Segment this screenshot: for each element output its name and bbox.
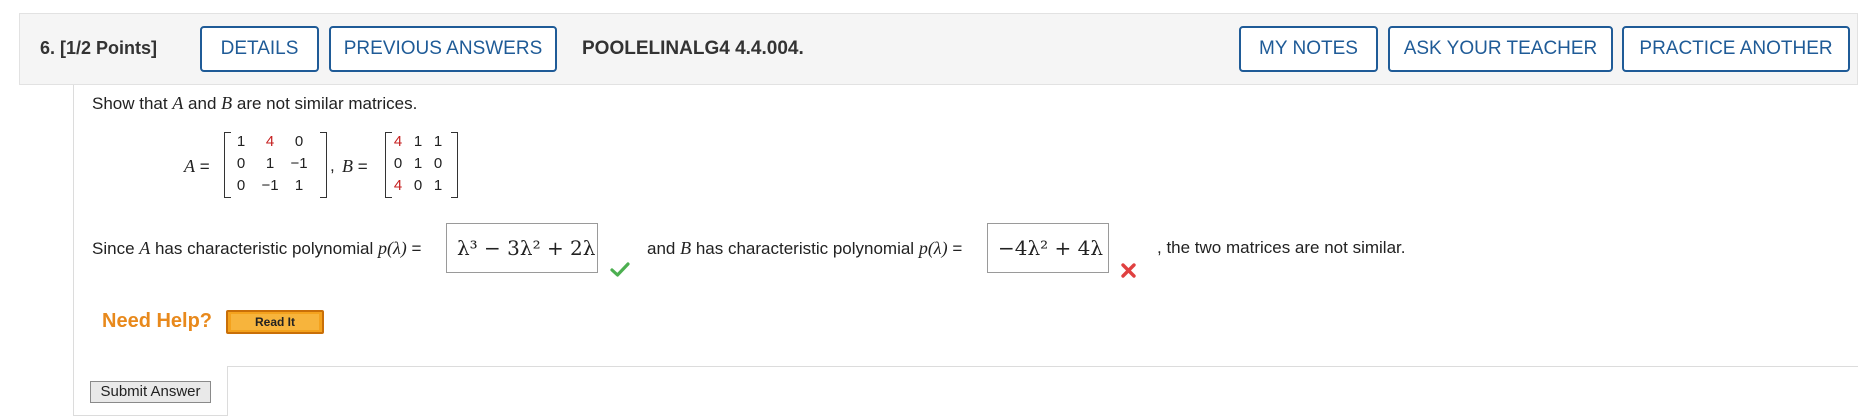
matrix-b-cell: 4 <box>393 133 403 150</box>
question-id: POOLELINALG4 4.4.004. <box>582 38 804 59</box>
need-help-label: Need Help? <box>102 310 213 332</box>
question-points: 6. [1/2 Points] <box>40 38 158 58</box>
matrix-b-cell: 1 <box>433 133 443 150</box>
divider-bottom <box>73 415 228 416</box>
matrix-a-cell: 0 <box>236 177 246 194</box>
practice-another-button[interactable]: PRACTICE ANOTHER <box>1622 26 1850 72</box>
ask-teacher-button[interactable]: ASK YOUR TEACHER <box>1388 26 1613 72</box>
matrix-a-cell: −1 <box>290 155 308 172</box>
matrix-separator: , <box>330 156 335 175</box>
answer-input-b[interactable]: −4λ² + 4λ <box>987 223 1109 273</box>
matrix-b-right-bracket <box>451 132 458 198</box>
divider-vertical <box>227 366 228 416</box>
matrix-a-label: A = <box>184 156 210 176</box>
submit-answer-button[interactable]: Submit Answer <box>90 381 211 403</box>
matrix-a-cell: 1 <box>294 177 304 194</box>
matrix-b-label: B = <box>342 156 368 176</box>
matrix-a-cell: 0 <box>294 133 304 150</box>
matrix-a-right-bracket <box>320 132 327 198</box>
cross-icon <box>1121 263 1136 278</box>
matrix-a-cell: 0 <box>236 155 246 172</box>
answer-input-a[interactable]: λ³ − 3λ² + 2λ <box>446 223 598 273</box>
check-icon <box>610 262 630 277</box>
matrix-b-cell: 0 <box>433 155 443 172</box>
details-button[interactable]: DETAILS <box>200 26 319 72</box>
matrix-b-cell: 1 <box>413 133 423 150</box>
matrix-b-cell: 1 <box>413 155 423 172</box>
matrix-b-cell: 1 <box>433 177 443 194</box>
matrix-b-cell: 0 <box>393 155 403 172</box>
answer-sentence-a: Since A has characteristic polynomial p(… <box>92 238 422 258</box>
answer-a-value: λ³ − 3λ² + 2λ <box>457 236 596 260</box>
matrix-a-cell: 1 <box>265 155 275 172</box>
answer-b-value: −4λ² + 4λ <box>998 236 1104 260</box>
divider-top <box>227 366 1858 367</box>
my-notes-button[interactable]: MY NOTES <box>1239 26 1378 72</box>
matrix-a-cell: 4 <box>265 133 275 150</box>
problem-statement: Show that A and B are not similar matric… <box>92 93 418 113</box>
matrix-a-cell: 1 <box>236 133 246 150</box>
read-it-button[interactable]: Read It <box>226 310 324 334</box>
matrix-b-cell: 4 <box>393 177 403 194</box>
previous-answers-button[interactable]: PREVIOUS ANSWERS <box>329 26 557 72</box>
matrix-b-cell: 0 <box>413 177 423 194</box>
matrix-a-cell: −1 <box>261 177 279 194</box>
read-it-label: Read It <box>231 314 319 330</box>
question-header: 6. [1/2 Points] DETAILS PREVIOUS ANSWERS… <box>19 13 1858 85</box>
answer-sentence-b: and B has characteristic polynomial p(λ)… <box>647 238 963 258</box>
conclusion-text: , the two matrices are not similar. <box>1157 238 1406 257</box>
